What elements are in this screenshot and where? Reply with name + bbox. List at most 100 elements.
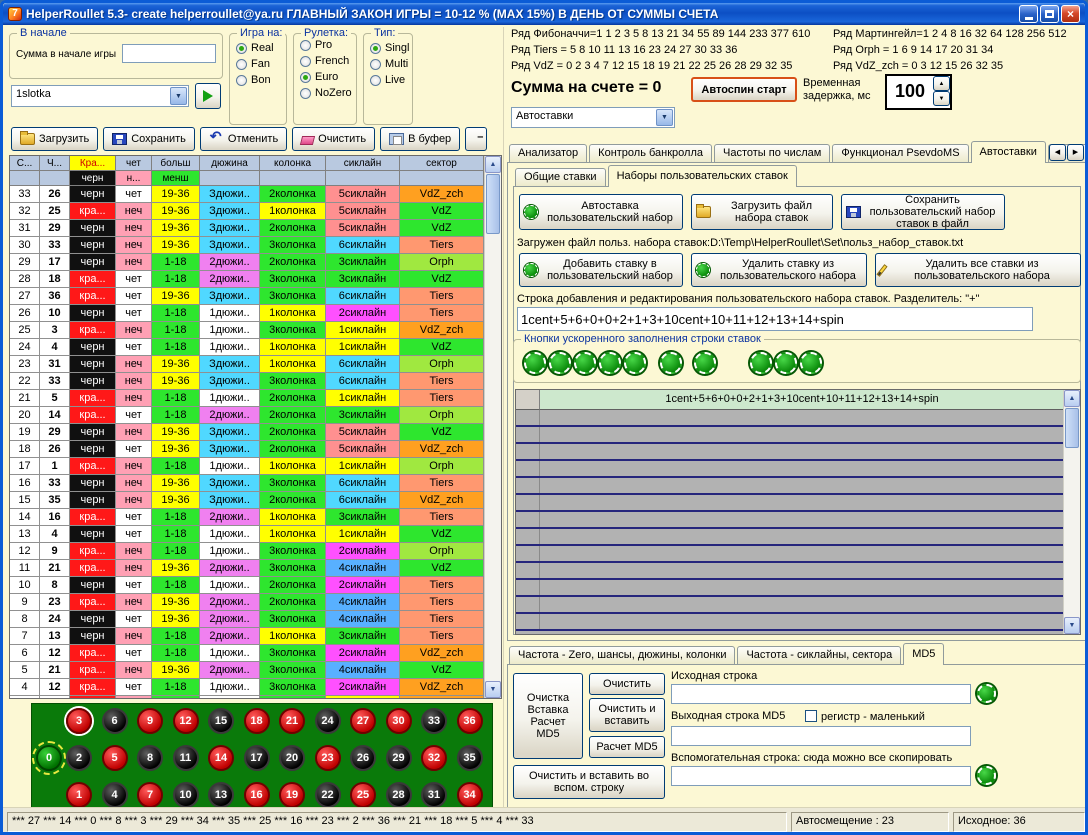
delete-all-bets-button[interactable]: Удалить все ставки из пользовательского … bbox=[875, 253, 1081, 287]
table-row[interactable]: 2818кра...чет1-182дюжи..3колонка3сиклайн… bbox=[10, 271, 501, 288]
scrollbar-thumb[interactable] bbox=[486, 174, 500, 234]
roulette-number-14[interactable]: 14 bbox=[208, 745, 234, 771]
table-row[interactable]: 171кра...неч1-181дюжи..1колонка1сиклайнO… bbox=[10, 458, 501, 475]
roulette-number-19[interactable]: 19 bbox=[279, 782, 305, 808]
roulette-number-18[interactable]: 18 bbox=[244, 708, 270, 734]
freq-tab-2[interactable]: MD5 bbox=[903, 643, 944, 665]
roulette-number-26[interactable]: 26 bbox=[350, 745, 376, 771]
md5-calc-button[interactable]: Расчет MD5 bbox=[589, 736, 665, 758]
radio-bon[interactable]: Bon bbox=[236, 74, 286, 86]
table-row[interactable]: 2331черннеч19-36Здюжи..1колонка6сиклайнO… bbox=[10, 356, 501, 373]
roulette-number-9[interactable]: 9 bbox=[137, 708, 163, 734]
scroll-up-icon[interactable]: ▲ bbox=[485, 156, 501, 173]
copy-buffer-button[interactable]: В буфер bbox=[380, 127, 460, 151]
add-bet-button[interactable]: Добавить ставку в пользовательский набор bbox=[519, 253, 683, 287]
scroll-down-icon[interactable]: ▼ bbox=[485, 681, 501, 698]
md5-aux-input[interactable] bbox=[671, 766, 971, 786]
table-row[interactable]: 244чернчет1-181дюжи..1колонка1сиклайнVdZ bbox=[10, 339, 501, 356]
column-header[interactable]: С... bbox=[10, 156, 40, 171]
column-header[interactable]: сектор bbox=[400, 156, 484, 171]
table-row[interactable]: 824чернчет19-362дюжи..3колонка4сиклайнTi… bbox=[10, 611, 501, 628]
roulette-number-22[interactable]: 22 bbox=[315, 782, 341, 808]
table-row[interactable]: 2917черннеч1-182дюжи..2колонка3сиклайнOr… bbox=[10, 254, 501, 271]
tabs-scroll-left-icon[interactable]: ◀ bbox=[1049, 144, 1066, 161]
roulette-number-34[interactable]: 34 bbox=[457, 782, 483, 808]
roulette-number-31[interactable]: 31 bbox=[421, 782, 447, 808]
md5-source-input[interactable] bbox=[671, 684, 971, 704]
table-row[interactable]: 129кра...неч1-181дюжи..3колонка2сиклайнO… bbox=[10, 543, 501, 560]
table-row[interactable]: 134чернчет1-181дюжи..1колонка1сиклайнVdZ bbox=[10, 526, 501, 543]
roulette-number-32[interactable]: 32 bbox=[421, 745, 447, 771]
start-sum-input[interactable] bbox=[122, 44, 216, 63]
table-row[interactable]: 1826чернчет19-36Здюжи..2колонка5сиклайнV… bbox=[10, 441, 501, 458]
table-row[interactable]: 3033черннеч19-36Здюжи..3колонка6сиклайнT… bbox=[10, 237, 501, 254]
delay-up-button[interactable]: ▲ bbox=[933, 76, 950, 91]
chip-button-8[interactable] bbox=[750, 352, 772, 374]
table-row[interactable]: 1633черннеч19-36Здюжи..3колонка6сиклайнT… bbox=[10, 475, 501, 492]
table-row[interactable]: 1535черннеч19-36Здюжи..2колонка6сиклайнV… bbox=[10, 492, 501, 509]
radio-real[interactable]: Real bbox=[236, 42, 286, 54]
roulette-number-2[interactable]: 2 bbox=[66, 745, 92, 771]
table-row[interactable]: 521кра...неч19-362дюжи..3колонка4сиклайн… bbox=[10, 662, 501, 679]
maximize-button[interactable] bbox=[1040, 5, 1059, 23]
radio-fan[interactable]: Fan bbox=[236, 58, 286, 70]
chip-button-10[interactable] bbox=[800, 352, 822, 374]
chevron-down-icon[interactable]: ▼ bbox=[170, 87, 187, 105]
collapse-button[interactable] bbox=[465, 127, 487, 151]
md5-clear-paste-button[interactable]: Очистить и вставить bbox=[589, 698, 665, 732]
chip-button-2[interactable] bbox=[549, 352, 571, 374]
table-row[interactable]: 108чернчет1-181дюжи..2колонка2сиклайнTie… bbox=[10, 577, 501, 594]
radio-french[interactable]: French bbox=[300, 55, 356, 67]
play-button[interactable] bbox=[195, 83, 221, 109]
chip-button-5[interactable] bbox=[624, 352, 646, 374]
chip-button-9[interactable] bbox=[775, 352, 797, 374]
roulette-number-20[interactable]: 20 bbox=[279, 745, 305, 771]
main-tab-4[interactable]: Автоставки bbox=[971, 141, 1046, 163]
column-header[interactable]: сиклайн bbox=[326, 156, 400, 171]
column-header[interactable]: больш bbox=[152, 156, 200, 171]
roulette-number-27[interactable]: 27 bbox=[350, 708, 376, 734]
autospin-start-button[interactable]: Автоспин старт bbox=[691, 77, 797, 102]
freq-tab-0[interactable]: Частота - Zero, шансы, дюжины, колонки bbox=[509, 646, 735, 665]
table-row[interactable]: 2014кра...чет1-182дюжи..2колонка3сиклайн… bbox=[10, 407, 501, 424]
column-header[interactable]: чет bbox=[116, 156, 152, 171]
roulette-number-8[interactable]: 8 bbox=[137, 745, 163, 771]
md5-clear-button[interactable]: Очистить bbox=[589, 673, 665, 695]
table-row[interactable]: 2736кра...чет19-36Здюжи..3колонка6сиклай… bbox=[10, 288, 501, 305]
tabs-scroll-right-icon[interactable]: ▶ bbox=[1067, 144, 1084, 161]
md5-source-chip-button[interactable] bbox=[977, 684, 996, 703]
table-row[interactable]: 1929черннеч19-36Здюжи..2колонка5сиклайнV… bbox=[10, 424, 501, 441]
roulette-number-24[interactable]: 24 bbox=[315, 708, 341, 734]
freq-tab-1[interactable]: Частота - сиклайны, сектора bbox=[737, 646, 901, 665]
roulette-number-30[interactable]: 30 bbox=[386, 708, 412, 734]
roulette-number-29[interactable]: 29 bbox=[386, 745, 412, 771]
table-row[interactable]: 3326чернчет19-36Здюжи..2колонка5сиклайнV… bbox=[10, 186, 501, 203]
roulette-number-13[interactable]: 13 bbox=[208, 782, 234, 808]
roulette-number-5[interactable]: 5 bbox=[102, 745, 128, 771]
table-row[interactable]: 253кра...неч1-181дюжи..3колонка1сиклайнV… bbox=[10, 322, 501, 339]
column-header[interactable]: дюжина bbox=[200, 156, 260, 171]
table-row[interactable]: 33кра...неч1-181дюжи..3колонка1сиклайнVd… bbox=[10, 696, 501, 699]
main-tab-1[interactable]: Контроль банкролла bbox=[589, 144, 712, 163]
md5-output-input[interactable] bbox=[671, 726, 971, 746]
radio-singl[interactable]: Singl bbox=[370, 42, 412, 54]
roulette-number-16[interactable]: 16 bbox=[244, 782, 270, 808]
roulette-number-7[interactable]: 7 bbox=[137, 782, 163, 808]
bet-list-scrollbar[interactable]: ▲ ▼ bbox=[1063, 390, 1080, 634]
scroll-up-icon[interactable]: ▲ bbox=[1064, 390, 1080, 407]
table-row[interactable]: 923кра...неч19-362дюжи..2колонка4сиклайн… bbox=[10, 594, 501, 611]
sub-tab-0[interactable]: Общие ставки bbox=[515, 168, 606, 187]
delay-value[interactable]: 100 bbox=[887, 76, 933, 108]
undo-button[interactable]: Отменить bbox=[200, 127, 287, 151]
chip-button-4[interactable] bbox=[599, 352, 621, 374]
radio-nozero[interactable]: NoZero bbox=[300, 87, 356, 99]
roulette-number-3[interactable]: 3 bbox=[66, 708, 92, 734]
column-header[interactable]: Кра... bbox=[70, 156, 116, 171]
scroll-down-icon[interactable]: ▼ bbox=[1064, 617, 1080, 634]
delay-down-button[interactable]: ▼ bbox=[933, 91, 950, 106]
delete-bet-button[interactable]: Удалить ставку из пользовательского набо… bbox=[691, 253, 867, 287]
roulette-number-4[interactable]: 4 bbox=[102, 782, 128, 808]
table-row[interactable]: 215кра...неч1-181дюжи..2колонка1сиклайнT… bbox=[10, 390, 501, 407]
roulette-number-11[interactable]: 11 bbox=[173, 745, 199, 771]
lowercase-checkbox[interactable] bbox=[805, 710, 817, 722]
